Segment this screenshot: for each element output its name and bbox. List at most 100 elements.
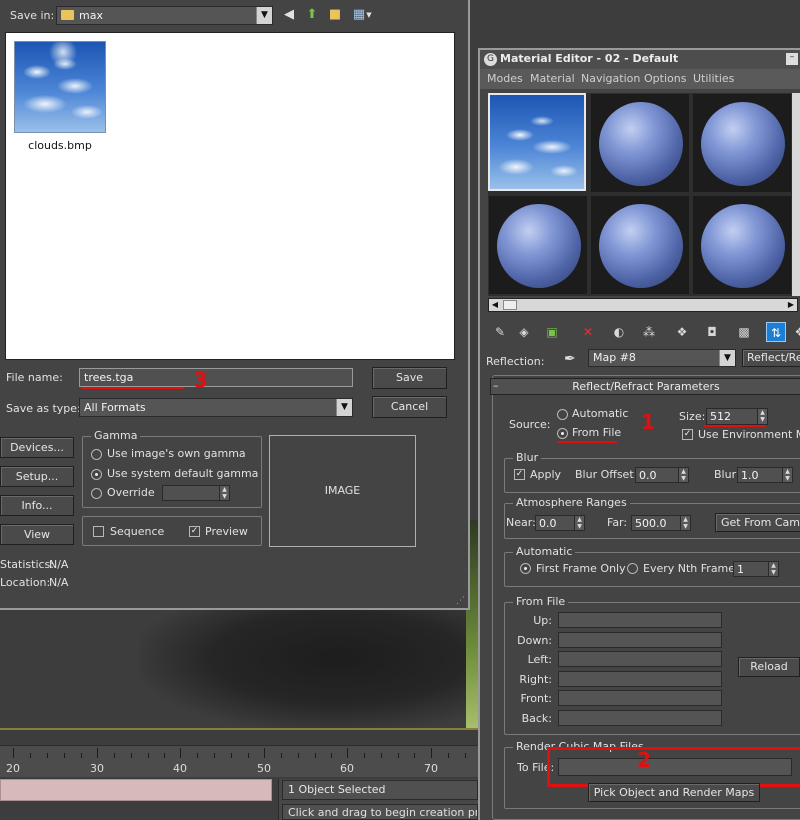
timeline-number: 60 [340, 762, 354, 775]
automatic-title: Automatic [513, 545, 576, 558]
view-button[interactable]: View [0, 524, 74, 545]
sample-slot[interactable] [591, 94, 689, 192]
map-name-dropdown[interactable]: Map #8 ▼ [588, 349, 736, 367]
make-unique-icon[interactable]: ⁂ [639, 322, 659, 342]
put-to-library-icon[interactable]: ❖ [672, 322, 692, 342]
blur-offset-label: Blur Offset: [575, 468, 638, 481]
view-menu-arrow-icon[interactable]: ▼ [364, 5, 374, 25]
setup-button[interactable]: Setup... [0, 466, 74, 487]
file-name-input[interactable]: trees.tga [79, 368, 353, 387]
blur-offset-spinner[interactable]: 0.0 ▲ ▼ [635, 467, 689, 483]
get-from-camera-button[interactable]: Get From Camera [715, 513, 800, 532]
annotation-underline [81, 387, 184, 389]
material-editor-titlebar[interactable]: Material Editor - 02 - Default [480, 50, 800, 69]
image-preview: IMAGE [269, 435, 416, 547]
pick-object-button[interactable]: Pick Object and Render Maps [588, 783, 760, 802]
sample-slot[interactable] [693, 94, 791, 192]
trackbar[interactable] [0, 779, 272, 801]
menu-modes[interactable]: Modes [487, 72, 523, 85]
first-frame-radio[interactable] [520, 563, 531, 574]
reload-button[interactable]: Reload [738, 657, 800, 677]
file-name-label[interactable]: clouds.bmp [14, 139, 106, 152]
left-file-field[interactable] [558, 651, 722, 667]
nth-frame-spinner[interactable]: 1 ▲ ▼ [733, 561, 779, 577]
blur-apply-checkbox[interactable]: ✓ [514, 469, 525, 480]
sample-slot-sky[interactable] [488, 93, 586, 191]
every-nth-radio[interactable] [627, 563, 638, 574]
resize-grip-icon[interactable]: ⋰ [456, 596, 465, 606]
info-button[interactable]: Info... [0, 495, 74, 516]
gamma-system-radio[interactable] [91, 469, 102, 480]
tick [81, 753, 82, 758]
scroll-left-icon[interactable]: ◀ [489, 299, 501, 311]
go-forward-icon[interactable]: ❖ [790, 322, 800, 342]
spinner-arrows-icon: ▲ ▼ [219, 486, 229, 500]
front-file-field[interactable] [558, 690, 722, 706]
file-thumbnail-clouds[interactable] [14, 41, 106, 133]
sphere-preview [701, 102, 785, 186]
map-name-value: Map #8 [593, 351, 636, 364]
tick [248, 753, 249, 758]
back-file-field[interactable] [558, 710, 722, 726]
material-id-icon[interactable]: ◘ [702, 322, 722, 342]
size-label: Size: [679, 410, 706, 423]
new-folder-icon[interactable]: ■ [325, 5, 345, 25]
right-file-field[interactable] [558, 671, 722, 687]
source-automatic-radio[interactable] [557, 409, 568, 420]
minimize-icon[interactable]: – [786, 53, 798, 65]
menu-utilities[interactable]: Utilities [693, 72, 734, 85]
back-arrow-icon[interactable]: ◀ [279, 5, 299, 25]
slot-vertical-scrollbar[interactable] [792, 93, 800, 296]
far-spinner[interactable]: 500.0 ▲ ▼ [631, 515, 691, 531]
devices-button[interactable]: Devices... [0, 437, 74, 458]
sample-slot[interactable] [489, 196, 587, 294]
eyedropper-icon[interactable]: ✒ [564, 351, 576, 367]
sequence-checkbox[interactable] [93, 526, 104, 537]
menu-options[interactable]: Options [644, 72, 686, 85]
spinner-arrows-icon: ▲ ▼ [782, 468, 792, 482]
menu-material[interactable]: Material [530, 72, 575, 85]
sample-slot[interactable] [693, 196, 791, 294]
spinner-arrows-icon: ▲ ▼ [678, 468, 688, 482]
save-in-dropdown[interactable]: max ▼ [56, 6, 273, 25]
get-material-icon[interactable]: ✎ [490, 322, 510, 342]
slot-horizontal-scrollbar[interactable]: ◀ ▶ [488, 298, 798, 312]
menu-navigation[interactable]: Navigation [581, 72, 640, 85]
blur-spinner[interactable]: 1.0 ▲ ▼ [737, 467, 793, 483]
up-file-field[interactable] [558, 612, 722, 628]
save-button[interactable]: Save [372, 367, 447, 389]
save-type-dropdown[interactable]: All Formats ▼ [79, 398, 353, 417]
rollout-header[interactable]: – Reflect/Refract Parameters [490, 378, 800, 395]
show-map-icon[interactable]: ▩ [734, 322, 754, 342]
gamma-override-radio[interactable] [91, 488, 102, 499]
gamma-own-label: Use image's own gamma [107, 447, 246, 460]
source-from-file-radio[interactable] [557, 428, 568, 439]
tick [164, 753, 165, 758]
location-label: Location: [0, 576, 51, 589]
map-type-button[interactable]: Reflect/Refract [742, 349, 800, 367]
sample-slot[interactable] [591, 196, 689, 294]
size-spinner[interactable]: 512 ▲ ▼ [706, 408, 768, 425]
scroll-right-icon[interactable]: ▶ [785, 299, 797, 311]
near-spinner[interactable]: 0.0 ▲ ▼ [535, 515, 585, 531]
use-env-map-checkbox[interactable]: ✓ [682, 429, 693, 440]
cancel-button[interactable]: Cancel [372, 396, 447, 418]
timeline-ruler[interactable]: 20 30 40 50 60 70 [0, 745, 480, 777]
gamma-override-spinner[interactable]: ▲ ▼ [162, 485, 230, 501]
down-file-field[interactable] [558, 632, 722, 648]
copy-material-icon[interactable]: ◐ [609, 322, 629, 342]
put-to-scene-icon[interactable]: ◈ [514, 322, 534, 342]
scroll-thumb[interactable] [503, 300, 517, 310]
preview-checkbox[interactable]: ✓ [189, 526, 200, 537]
gamma-own-radio[interactable] [91, 449, 102, 460]
material-toolbar: ✎ ◈ ▣ ✕ ◐ ⁂ ❖ ◘ ▩ ⇅ ❖ [484, 322, 800, 344]
tick [281, 753, 282, 758]
assign-material-icon[interactable]: ▣ [542, 322, 562, 342]
collapse-icon[interactable]: – [493, 379, 499, 392]
up-folder-icon[interactable]: ⬆ [302, 5, 322, 25]
tick [414, 753, 415, 758]
go-to-parent-icon[interactable]: ⇅ [766, 322, 786, 342]
reset-icon[interactable]: ✕ [578, 322, 598, 342]
tick [398, 753, 399, 758]
up-label: Up: [533, 614, 552, 627]
